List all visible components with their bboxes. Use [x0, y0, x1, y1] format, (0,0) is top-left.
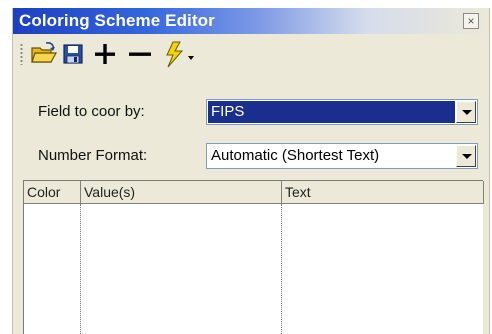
toolbar-grip[interactable]: [20, 43, 23, 65]
field-to-color-by-dropdown-arrow[interactable]: [456, 101, 476, 123]
field-to-color-by-label: Field to coor by:: [38, 103, 145, 120]
number-format-dropdown-arrow[interactable]: [456, 145, 476, 167]
number-format-label: Number Format:: [38, 147, 148, 164]
field-to-color-by-value: FIPS: [208, 101, 455, 123]
close-button[interactable]: ×: [463, 13, 479, 29]
field-to-color-by-select[interactable]: FIPS: [206, 99, 478, 125]
number-format-value: Automatic (Shortest Text): [211, 147, 380, 164]
open-folder-icon: [31, 42, 58, 63]
grid-header: Color Value(s) Text: [24, 181, 484, 204]
save-disk-icon: [63, 44, 83, 64]
column-divider: [80, 204, 81, 334]
remove-entry-button[interactable]: [123, 40, 157, 68]
column-divider: [281, 204, 282, 334]
coloring-scheme-editor-panel: Coloring Scheme Editor × Field to coor b…: [12, 8, 490, 334]
open-button[interactable]: [29, 40, 59, 68]
window-title: Coloring Scheme Editor: [19, 11, 215, 30]
auto-color-dropdown-button[interactable]: [159, 40, 199, 68]
minus-icon: [129, 52, 151, 56]
coloring-scheme-grid[interactable]: Color Value(s) Text: [23, 180, 484, 334]
number-format-select[interactable]: Automatic (Shortest Text): [206, 143, 478, 169]
toolbar: [13, 34, 489, 74]
title-bar[interactable]: Coloring Scheme Editor ×: [13, 8, 489, 34]
plus-icon: [95, 44, 115, 64]
save-button[interactable]: [61, 40, 85, 68]
add-entry-button[interactable]: [89, 40, 121, 68]
column-header-color[interactable]: Color: [24, 181, 81, 204]
column-header-text[interactable]: Text: [282, 181, 484, 204]
column-header-values[interactable]: Value(s): [81, 181, 282, 204]
lightning-icon: [166, 41, 194, 68]
